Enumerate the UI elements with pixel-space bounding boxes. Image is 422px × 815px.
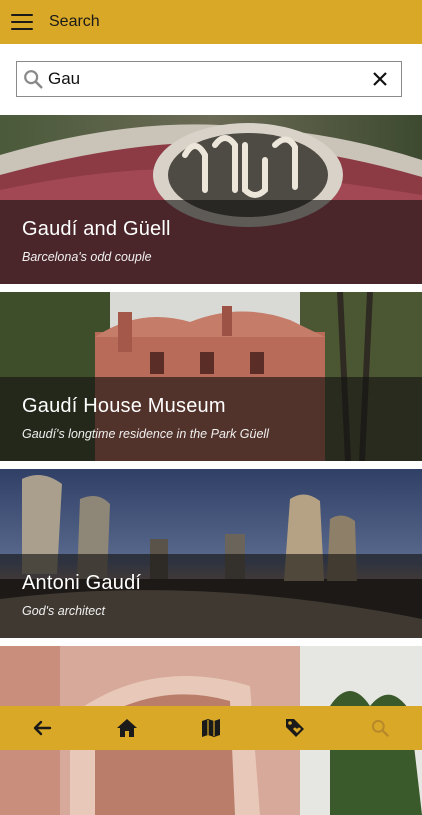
- result-card[interactable]: Gaudí House Museum Gaudí's longtime resi…: [0, 292, 422, 461]
- search-box: [16, 61, 402, 97]
- bottom-nav: [0, 706, 422, 750]
- search-input[interactable]: [48, 69, 365, 89]
- menu-icon[interactable]: [11, 14, 33, 30]
- search-icon: [371, 719, 389, 737]
- result-subtitle: Gaudí's longtime residence in the Park G…: [22, 427, 269, 441]
- result-card[interactable]: Antoni Gaudí God's architect: [0, 469, 422, 638]
- result-caption: Antoni Gaudí God's architect: [0, 554, 422, 638]
- nav-back-button[interactable]: [22, 708, 62, 748]
- search-icon: [24, 70, 43, 89]
- close-icon: [373, 72, 387, 86]
- result-caption: Gaudí and Güell Barcelona's odd couple: [0, 200, 422, 284]
- search-area: [0, 44, 422, 115]
- page-title: Search: [49, 13, 100, 30]
- tag-icon: [286, 719, 305, 737]
- home-icon: [116, 719, 137, 737]
- result-title: Gaudí and Güell: [22, 218, 171, 240]
- result-title: Gaudí House Museum: [22, 395, 226, 417]
- result-subtitle: God's architect: [22, 604, 105, 618]
- result-caption: Gaudí House Museum Gaudí's longtime resi…: [0, 377, 422, 461]
- top-bar: Search: [0, 0, 422, 44]
- arrow-left-icon: [33, 720, 52, 736]
- result-subtitle: Barcelona's odd couple: [22, 250, 152, 264]
- nav-search-button[interactable]: [360, 708, 400, 748]
- result-title: Antoni Gaudí: [22, 572, 142, 594]
- nav-tags-button[interactable]: [275, 708, 315, 748]
- nav-map-button[interactable]: [191, 708, 231, 748]
- clear-search-button[interactable]: [365, 64, 395, 94]
- nav-home-button[interactable]: [107, 708, 147, 748]
- result-card[interactable]: Gaudí and Güell Barcelona's odd couple: [0, 115, 422, 284]
- map-icon: [201, 719, 220, 737]
